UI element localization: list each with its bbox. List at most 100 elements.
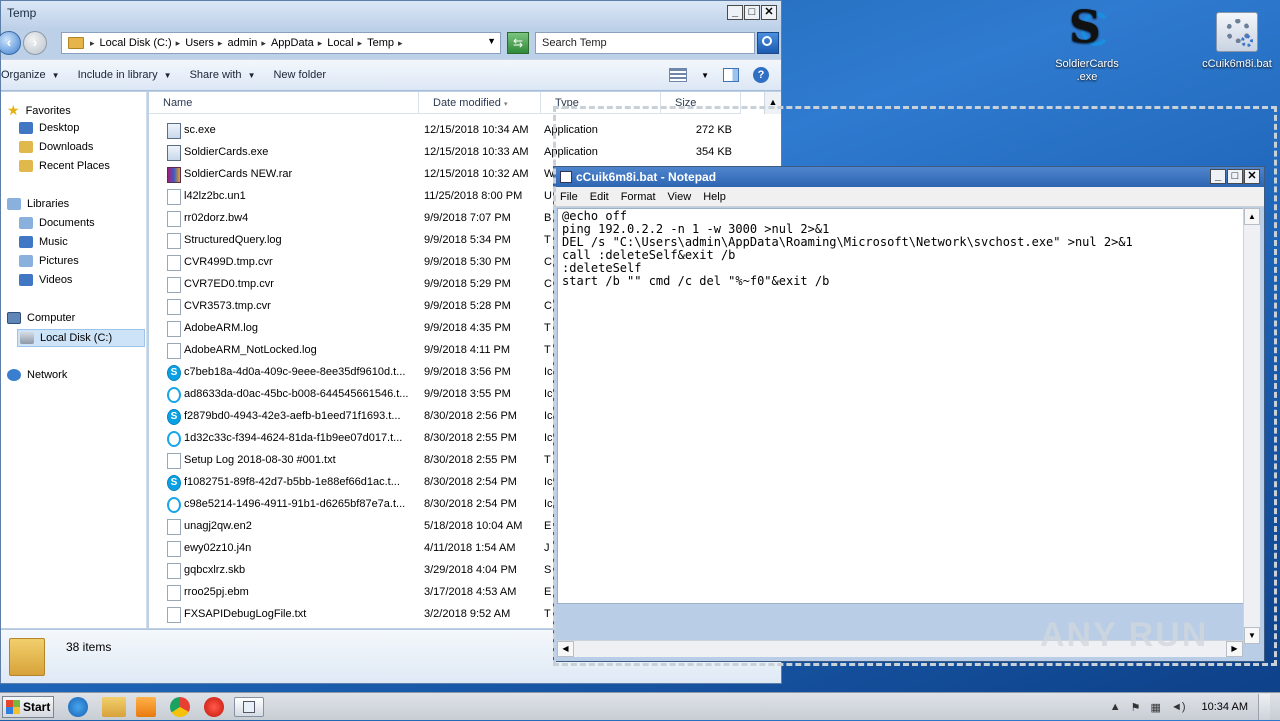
minimize-button[interactable]: _: [727, 5, 743, 20]
scroll-down-button[interactable]: ▼: [1244, 627, 1260, 644]
organize-menu[interactable]: Organize ▼: [1, 69, 69, 81]
notepad-taskbar-button[interactable]: [234, 697, 264, 717]
chevron-down-icon: ▼: [247, 71, 256, 80]
chevron-down-icon[interactable]: ▼: [701, 71, 709, 80]
file-name: FXSAPIDebugLogFile.txt: [184, 608, 307, 620]
maximize-button[interactable]: □: [1227, 169, 1243, 184]
file-name: ewy02z10.j4n: [184, 542, 252, 554]
change-view-icon[interactable]: [669, 68, 688, 82]
file-date-modified: 9/9/2018 3:55 PM: [424, 388, 511, 400]
close-button[interactable]: ✕: [761, 5, 777, 20]
nav-local-disk[interactable]: Local Disk (C:): [17, 329, 145, 347]
nav-documents[interactable]: Documents: [19, 217, 95, 229]
nav-libraries[interactable]: Libraries: [7, 198, 69, 210]
column-date-modified[interactable]: Date modified ▾: [419, 92, 541, 114]
file-date-modified: 9/9/2018 7:07 PM: [424, 212, 511, 224]
file-name: rr02dorz.bw4: [184, 212, 249, 224]
network-tray-icon[interactable]: ▦: [1151, 701, 1161, 714]
nav-computer[interactable]: Computer: [7, 312, 75, 324]
desktop-icon-soldiercards[interactable]: S SoldierCards .exe: [1044, 6, 1130, 84]
file-size: 354 KB: [695, 146, 732, 158]
nav-videos[interactable]: Videos: [19, 274, 72, 286]
scroll-up-button[interactable]: ▲: [1244, 208, 1260, 225]
notepad-window: cCuik6m8i.bat - Notepad _ □ ✕ File Edit …: [553, 166, 1265, 662]
chevron-right-icon: ▸: [261, 37, 266, 48]
file-icon: [167, 453, 181, 469]
opera-icon[interactable]: [204, 697, 224, 717]
start-button[interactable]: Start: [2, 696, 54, 718]
application-icon: [167, 123, 181, 139]
maximize-button[interactable]: □: [744, 5, 760, 20]
file-date-modified: 3/17/2018 4:53 AM: [424, 586, 517, 598]
file-date-modified: 12/15/2018 10:33 AM: [424, 146, 529, 158]
nav-network[interactable]: Network: [7, 369, 67, 381]
address-bar[interactable]: ▸ Local Disk (C:) ▸ Users ▸ admin ▸ AppD…: [61, 32, 501, 54]
include-in-library-menu[interactable]: Include in library ▼: [69, 69, 181, 81]
close-button[interactable]: ✕: [1244, 169, 1260, 184]
minimize-button[interactable]: _: [1210, 169, 1226, 184]
preview-pane-icon[interactable]: [723, 68, 739, 82]
share-with-menu[interactable]: Share with ▼: [181, 69, 265, 81]
menu-file[interactable]: File: [560, 191, 578, 203]
address-dropdown-icon[interactable]: ▼: [487, 36, 496, 46]
search-icon[interactable]: [757, 32, 779, 54]
column-type[interactable]: Type: [541, 92, 661, 114]
breadcrumb-admin[interactable]: admin: [227, 37, 257, 49]
file-name: CVR3573.tmp.cvr: [184, 300, 271, 312]
folder-icon: [9, 638, 45, 676]
menu-bar: File Edit Format View Help: [554, 187, 1264, 207]
breadcrumb-local-disk[interactable]: Local Disk (C:): [100, 37, 172, 49]
back-button[interactable]: ‹: [0, 31, 21, 55]
forward-button[interactable]: ›: [23, 31, 47, 55]
breadcrumb-appdata[interactable]: AppData: [271, 37, 314, 49]
refresh-button[interactable]: ⇆: [507, 32, 529, 54]
media-player-icon[interactable]: [136, 697, 156, 717]
file-date-modified: 11/25/2018 8:00 PM: [424, 190, 523, 202]
volume-icon[interactable]: ◄): [1171, 701, 1186, 713]
nav-favorites[interactable]: ★ Favorites: [7, 102, 71, 119]
nav-downloads[interactable]: Downloads: [19, 141, 93, 153]
breadcrumb-temp[interactable]: Temp: [367, 37, 394, 49]
vertical-scrollbar[interactable]: ▲ ▼: [1243, 208, 1260, 644]
file-name: AdobeARM.log: [184, 322, 258, 334]
nav-recent-places[interactable]: Recent Places: [19, 160, 110, 172]
clock[interactable]: 10:34 AM: [1202, 701, 1248, 713]
chevron-right-icon: ▸: [217, 37, 223, 48]
menu-view[interactable]: View: [668, 191, 692, 203]
notepad-title-bar[interactable]: cCuik6m8i.bat - Notepad _ □ ✕: [554, 167, 1264, 187]
new-folder-button[interactable]: New folder: [264, 69, 335, 81]
explorer-title-bar[interactable]: Temp _ □ ✕: [1, 1, 781, 27]
nav-desktop[interactable]: Desktop: [19, 122, 79, 134]
show-hidden-icons-icon[interactable]: ▲: [1110, 701, 1121, 713]
skype-file-icon: [167, 497, 181, 513]
internet-explorer-icon[interactable]: [68, 697, 88, 717]
file-name: AdobeARM_NotLocked.log: [184, 344, 317, 356]
desktop-icon-label-ext: .exe: [1076, 71, 1098, 83]
menu-edit[interactable]: Edit: [590, 191, 609, 203]
search-input[interactable]: Search Temp: [535, 32, 755, 54]
flag-icon[interactable]: ⚑: [1131, 701, 1141, 714]
drive-icon: [20, 332, 34, 344]
scroll-up-button[interactable]: ▲: [764, 92, 781, 114]
text-editor[interactable]: @echo off ping 192.0.2.2 -n 1 -w 3000 >nu…: [557, 208, 1247, 604]
file-row[interactable]: SoldierCards.exe 12/15/2018 10:33 AM Appli…: [149, 142, 769, 164]
help-icon[interactable]: ?: [753, 67, 769, 83]
column-size[interactable]: Size: [661, 92, 741, 114]
file-explorer-icon[interactable]: [102, 697, 126, 717]
file-row[interactable]: sc.exe 12/15/2018 10:34 AM Application 272 …: [149, 120, 769, 142]
breadcrumb-users[interactable]: Users: [185, 37, 214, 49]
breadcrumb-local[interactable]: Local: [327, 37, 353, 49]
menu-format[interactable]: Format: [621, 191, 656, 203]
desktop-icon-batch[interactable]: cCuik6m8i.bat: [1194, 12, 1280, 71]
nav-pictures[interactable]: Pictures: [19, 255, 79, 267]
show-desktop-button[interactable]: [1258, 694, 1270, 720]
recent-places-icon: [19, 160, 33, 172]
file-name: CVR7ED0.tmp.cvr: [184, 278, 274, 290]
file-date-modified: 3/29/2018 4:04 PM: [424, 564, 517, 576]
chrome-icon[interactable]: [170, 697, 190, 717]
nav-music[interactable]: Music: [19, 236, 68, 248]
scroll-left-button[interactable]: ◀: [557, 641, 574, 657]
menu-help[interactable]: Help: [703, 191, 726, 203]
scroll-right-button[interactable]: ▶: [1226, 641, 1243, 657]
column-name[interactable]: Name: [149, 92, 419, 114]
